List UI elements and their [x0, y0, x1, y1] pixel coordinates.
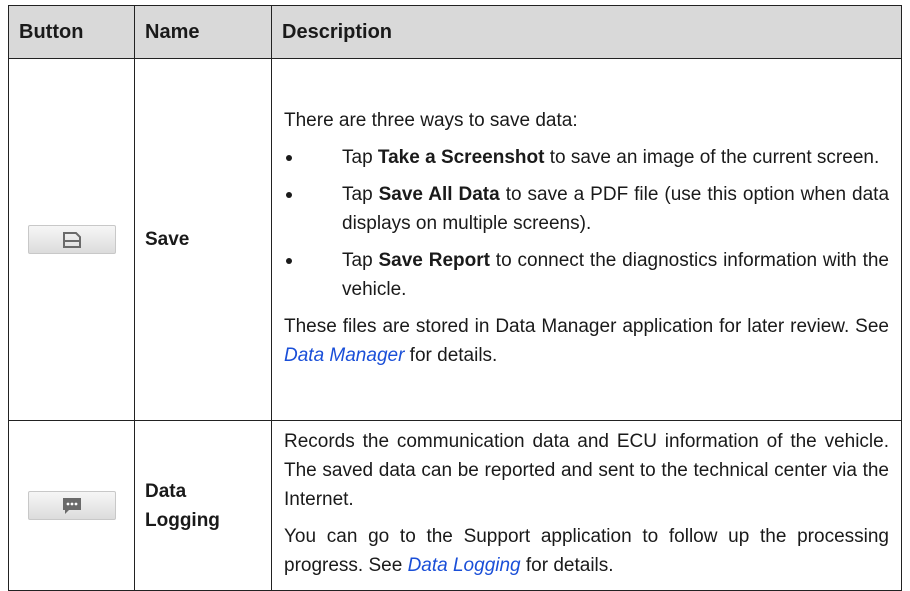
description-cell: Records the communication data and ECU i… [271, 420, 902, 591]
header-name: Name [134, 5, 272, 59]
bullet-icon [286, 154, 292, 161]
data-logging-para1: Records the communication data and ECU i… [284, 431, 889, 510]
button-cell [8, 420, 135, 591]
data-logging-link[interactable]: Data Logging [408, 555, 521, 576]
save-button[interactable] [27, 225, 116, 254]
save-options-list: Tap Take a Screenshot to save an image o… [284, 143, 889, 304]
bullet-icon [286, 257, 292, 264]
button-reference-table: Button Name Description Save There are t… [8, 5, 902, 591]
header-description: Description [271, 5, 902, 59]
save-outro: These files are stored in Data Manager a… [284, 315, 889, 366]
data-manager-link[interactable]: Data Manager [284, 345, 404, 366]
data-logging-para2: You can go to the Support application to… [284, 526, 889, 576]
data-logging-icon [62, 497, 81, 514]
table-header-row: Button Name Description [8, 5, 902, 59]
description-cell: There are three ways to save data: Tap T… [271, 58, 902, 421]
list-item: Tap Take a Screenshot to save an image o… [284, 143, 889, 172]
header-button: Button [8, 5, 135, 59]
button-cell [8, 58, 135, 421]
name-cell: Save [134, 58, 272, 421]
list-item: Tap Save All Data to save a PDF file (us… [284, 180, 889, 238]
data-logging-button[interactable] [27, 491, 116, 520]
name-cell: Data Logging [134, 420, 272, 591]
table-row-save: Save There are three ways to save data: … [8, 58, 902, 421]
table-row-data-logging: Data Logging Records the communication da… [8, 420, 902, 591]
bullet-icon [286, 191, 292, 198]
list-item: Tap Save Report to connect the diagnosti… [284, 246, 889, 304]
save-icon [62, 231, 81, 248]
save-intro: There are three ways to save data: [284, 109, 578, 131]
